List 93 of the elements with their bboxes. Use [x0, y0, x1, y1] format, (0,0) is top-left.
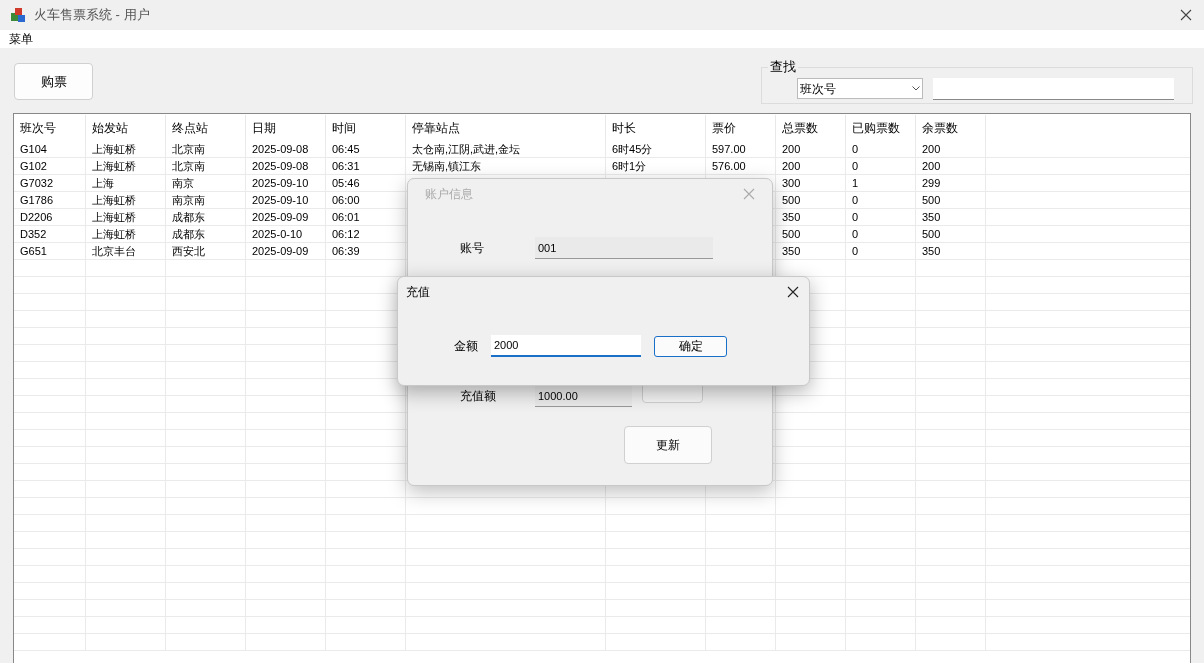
column-header[interactable]: 日期 [246, 115, 326, 141]
table-cell-text: D352 [20, 227, 47, 242]
table-cell-text: D2206 [20, 210, 53, 225]
table-cell-text: 南京 [172, 176, 194, 191]
window-title: 火车售票系统 - 用户 [34, 6, 150, 25]
table-cell-text: 200 [782, 142, 801, 157]
column-header[interactable]: 总票数 [776, 115, 846, 141]
table-cell-text: 北京丰台 [92, 244, 136, 259]
close-icon[interactable] [787, 286, 799, 298]
table-cell-text: 上海虹桥 [92, 159, 136, 174]
update-button[interactable]: 更新 [624, 426, 712, 464]
table-cell-text: 597.00 [712, 142, 746, 157]
table-cell-text: 576.00 [712, 159, 746, 174]
table-cell-text: 0 [852, 159, 859, 174]
table-cell-text: 350 [922, 210, 941, 225]
table-cell-text: 6时45分 [612, 142, 653, 157]
table-cell-text: 上海虹桥 [92, 210, 136, 225]
confirm-button[interactable]: 确定 [654, 335, 727, 357]
table-cell-text: 0 [852, 142, 859, 157]
table-cell-text: 上海虹桥 [92, 227, 136, 242]
search-legend: 查找 [768, 59, 798, 75]
dialog-title: 账户信息 [425, 186, 473, 203]
table-cell-text: 北京南 [172, 142, 205, 157]
column-header[interactable]: 余票数 [916, 115, 986, 141]
table-cell-text: 1 [852, 176, 859, 191]
chevron-down-icon [912, 86, 920, 91]
table-cell-text: 350 [782, 210, 801, 225]
text-field[interactable]: 1000.00 [535, 385, 632, 407]
table-cell-text: 南京南 [172, 193, 205, 208]
table-cell-text: 299 [922, 176, 941, 191]
table-cell-text: G102 [20, 159, 47, 174]
buy-ticket-button[interactable]: 购票 [14, 63, 93, 100]
table-cell-text: 0 [852, 210, 859, 225]
table-cell-text: 太仓南,江阴,武进,金坛 [412, 142, 521, 157]
amount-field[interactable]: 2000 [491, 335, 641, 357]
table-cell-text: 500 [782, 193, 801, 208]
dialog-title: 充值 [406, 284, 430, 301]
field-select[interactable]: 班次号 [797, 78, 923, 99]
column-header[interactable]: 已购票数 [846, 115, 916, 141]
table-cell-text: G104 [20, 142, 47, 157]
table-cell-text: 上海虹桥 [92, 142, 136, 157]
table-cell-text: 350 [782, 244, 801, 259]
table-cell-text: 西安北 [172, 244, 205, 259]
column-header[interactable]: 始发站 [86, 115, 166, 141]
table-cell-text: 成都东 [172, 210, 205, 225]
table-cell-text: 上海 [92, 176, 114, 191]
table-cell-text: 500 [922, 227, 941, 242]
app-icon [10, 7, 26, 23]
table-cell-text: 06:45 [332, 142, 360, 157]
text-field[interactable]: 001 [535, 237, 713, 259]
table-cell-text: 06:39 [332, 244, 360, 259]
column-header[interactable]: 时长 [606, 115, 706, 141]
table-cell-text: 06:12 [332, 227, 360, 242]
table-cell-text: G7032 [20, 176, 54, 191]
table-cell-text: 200 [922, 159, 941, 174]
table-cell-text: 350 [922, 244, 941, 259]
table-cell-text: 05:46 [332, 176, 360, 191]
table-cell-text: G1786 [20, 193, 54, 208]
table-cell-text: 300 [782, 176, 801, 191]
table-cell-text: 无锡南,镇江东 [412, 159, 482, 174]
close-icon[interactable] [1180, 9, 1192, 21]
table-cell-text: 2025-09-08 [252, 142, 309, 157]
table-cell-text: 500 [922, 193, 941, 208]
table-cell-text: 成都东 [172, 227, 205, 242]
search-field[interactable] [933, 78, 1174, 100]
table-cell-text: 500 [782, 227, 801, 242]
table-cell-text: 2025-09-08 [252, 159, 309, 174]
table-cell-text: 上海虹桥 [92, 193, 136, 208]
table-cell-text: 2025-09-10 [252, 193, 309, 208]
table-cell-text: 2025-09-09 [252, 210, 309, 225]
table-cell-text: 北京南 [172, 159, 205, 174]
table-cell-text: G651 [20, 244, 47, 259]
column-header[interactable]: 停靠站点 [406, 115, 606, 141]
table-cell-text: 06:01 [332, 210, 360, 225]
table-cell-text: 200 [782, 159, 801, 174]
column-header[interactable]: 时间 [326, 115, 406, 141]
table-cell-text: 0 [852, 244, 859, 259]
column-header[interactable]: 班次号 [14, 115, 86, 141]
menu-item[interactable]: 菜单 [9, 30, 33, 48]
table-cell-text: 200 [922, 142, 941, 157]
amount-label: 金额 [454, 338, 479, 355]
table-cell-text: 06:00 [332, 193, 360, 208]
table-cell-text: 06:31 [332, 159, 360, 174]
column-header[interactable]: 终点站 [166, 115, 246, 141]
table-cell-text: 2025-09-09 [252, 244, 309, 259]
column-header[interactable]: 票价 [706, 115, 776, 141]
field-label: 充值额 [460, 388, 497, 405]
field-label: 账号 [460, 240, 485, 257]
table-cell-text: 6时1分 [612, 159, 647, 174]
table-cell-text: 2025-09-10 [252, 176, 309, 191]
table-cell-text: 0 [852, 227, 859, 242]
table-cell-text: 2025-0-10 [252, 227, 303, 242]
table-cell-text: 0 [852, 193, 859, 208]
